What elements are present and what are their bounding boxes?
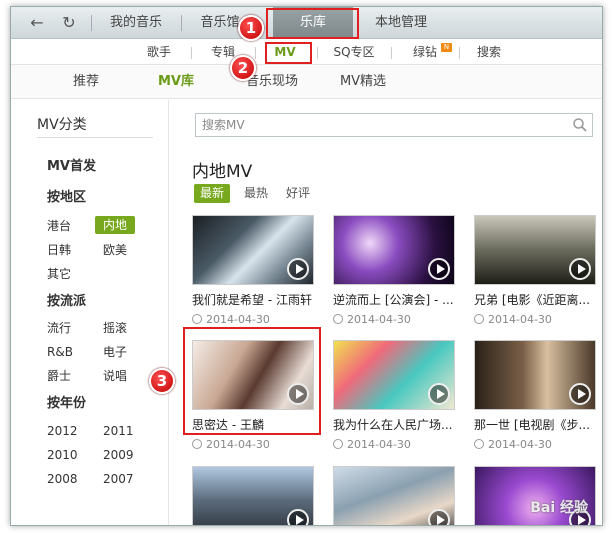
mv-date: 2014-04-30 <box>333 313 411 326</box>
back-arrow-icon[interactable]: ← <box>27 13 47 33</box>
mv-title[interactable]: 我们就是希望 - 江雨轩 <box>192 291 322 308</box>
sidebar-item-region[interactable]: 其它 <box>47 265 71 283</box>
play-icon[interactable] <box>569 383 591 405</box>
subnav-search[interactable]: 搜索 <box>469 39 509 65</box>
divider <box>191 47 192 59</box>
mv-title[interactable]: 那一世 [电视剧《步... <box>474 416 602 433</box>
play-icon[interactable] <box>428 509 450 525</box>
mv-thumbnail[interactable] <box>192 215 314 285</box>
mv-date-text: 2014-04-30 <box>347 438 411 451</box>
step-marker: 2 <box>230 55 256 81</box>
sidebar-item-region[interactable]: 日韩 <box>47 241 71 259</box>
play-icon[interactable] <box>428 383 450 405</box>
sidebar-item-year[interactable]: 2010 <box>47 446 78 464</box>
mv-title[interactable]: 逆流而上 [公演会] - ... <box>333 291 463 308</box>
mv-date: 2014-04-30 <box>474 313 552 326</box>
mv-category-sidebar: MV分类 MV首发 按地区 港台 内地 日韩 欧美 其它 按流派 流行 摇滚 R… <box>11 100 169 525</box>
step-marker: 1 <box>238 15 264 41</box>
tab-mv-picks[interactable]: MV精选 <box>333 65 393 99</box>
sidebar-item-year[interactable]: 2012 <box>47 422 78 440</box>
sidebar-item-genre[interactable]: 说唱 <box>103 367 127 385</box>
highlight-box-mv-tab <box>265 42 312 64</box>
mv-date-text: 2014-04-30 <box>206 438 270 451</box>
mv-title[interactable]: 我为什么在人民广场... <box>333 416 463 433</box>
filter-hottest[interactable]: 最热 <box>238 184 274 203</box>
mv-date-text: 2014-04-30 <box>488 313 552 326</box>
subnav-sq-zone[interactable]: SQ专区 <box>329 39 379 65</box>
play-icon[interactable] <box>287 258 309 280</box>
sidebar-item-year[interactable]: 2009 <box>103 446 134 464</box>
subnav-green-diamond[interactable]: 绿钻 <box>405 39 445 65</box>
sidebar-item-mv-premiere[interactable]: MV首发 <box>47 158 96 176</box>
tab-my-music[interactable]: 我的音乐 <box>95 7 177 39</box>
mv-content-area: 内地MV 最新 最热 好评 我们就是希望 - 江雨轩 2014-04-30 逆流… <box>170 100 602 525</box>
divider <box>181 15 182 31</box>
divider <box>91 15 92 31</box>
filter-top-rated[interactable]: 好评 <box>280 184 316 203</box>
divider <box>459 47 460 59</box>
mv-thumbnail[interactable] <box>474 215 596 285</box>
clock-icon <box>333 439 343 449</box>
mv-thumbnail[interactable] <box>474 466 596 525</box>
sidebar-item-genre[interactable]: 摇滚 <box>103 319 127 337</box>
mv-date: 2014-04-30 <box>192 438 270 451</box>
divider <box>317 47 318 59</box>
sidebar-item-genre[interactable]: 爵士 <box>47 367 71 385</box>
sidebar-title: MV分类 <box>37 117 87 133</box>
clock-icon <box>192 439 202 449</box>
sidebar-heading-genre: 按流派 <box>47 294 87 309</box>
divider <box>391 47 392 59</box>
sidebar-item-genre[interactable]: R&B <box>47 343 73 361</box>
mv-date: 2014-04-30 <box>192 313 270 326</box>
play-icon[interactable] <box>569 258 591 280</box>
clock-icon <box>474 314 484 324</box>
play-icon[interactable] <box>287 509 309 525</box>
section-title: 内地MV <box>192 162 253 182</box>
mv-date-text: 2014-04-30 <box>488 438 552 451</box>
mv-date-text: 2014-04-30 <box>206 313 270 326</box>
mv-sub-nav: 推荐 MV库 音乐现场 MV精选 <box>11 65 602 99</box>
tab-mv-library[interactable]: MV库 <box>151 65 201 99</box>
sidebar-item-year[interactable]: 2011 <box>103 422 134 440</box>
clock-icon <box>474 439 484 449</box>
tab-local-management[interactable]: 本地管理 <box>361 7 441 39</box>
divider <box>255 47 256 59</box>
highlight-box-library-tab <box>266 8 359 39</box>
mv-thumbnail[interactable] <box>333 466 455 525</box>
search-icon[interactable] <box>572 117 588 133</box>
mv-thumbnail[interactable] <box>333 340 455 410</box>
tab-recommend[interactable]: 推荐 <box>61 65 111 99</box>
sidebar-item-genre[interactable]: 电子 <box>103 343 127 361</box>
mv-title[interactable]: 兄弟 [电影《近距离... <box>474 291 602 308</box>
app-window: ← ↻ 我的音乐 音乐馆 乐库 本地管理 歌手 专辑 MV SQ专区 绿钻 N … <box>10 6 603 526</box>
clock-icon <box>192 314 202 324</box>
sidebar-item-region-selected[interactable]: 内地 <box>95 216 136 234</box>
mv-search-box <box>195 113 593 137</box>
mv-date-text: 2014-04-30 <box>347 313 411 326</box>
sidebar-item-genre[interactable]: 流行 <box>47 319 71 337</box>
sidebar-item-region[interactable]: 欧美 <box>103 241 127 259</box>
sidebar-item-year[interactable]: 2008 <box>47 470 78 488</box>
sidebar-item-region[interactable]: 港台 <box>47 217 71 235</box>
sidebar-heading-year: 按年份 <box>47 396 87 411</box>
watermark: Bai 经验 <box>530 500 588 516</box>
mv-date: 2014-04-30 <box>474 438 552 451</box>
mv-thumbnail[interactable] <box>474 340 596 410</box>
new-badge: N <box>441 43 452 52</box>
clock-icon <box>333 314 343 324</box>
mv-search-input[interactable] <box>196 114 566 136</box>
mv-thumbnail[interactable] <box>192 466 314 525</box>
mv-date: 2014-04-30 <box>333 438 411 451</box>
filter-latest[interactable]: 最新 <box>194 184 231 203</box>
refresh-icon[interactable]: ↻ <box>59 13 79 33</box>
sidebar-item-year[interactable]: 2007 <box>103 470 134 488</box>
highlight-box-mv-card <box>183 327 321 435</box>
sidebar-heading-region: 按地区 <box>47 190 87 205</box>
mv-thumbnail[interactable] <box>333 215 455 285</box>
play-icon[interactable] <box>428 258 450 280</box>
divider <box>37 137 153 138</box>
step-marker: 3 <box>149 368 175 394</box>
subnav-singer[interactable]: 歌手 <box>139 39 179 65</box>
